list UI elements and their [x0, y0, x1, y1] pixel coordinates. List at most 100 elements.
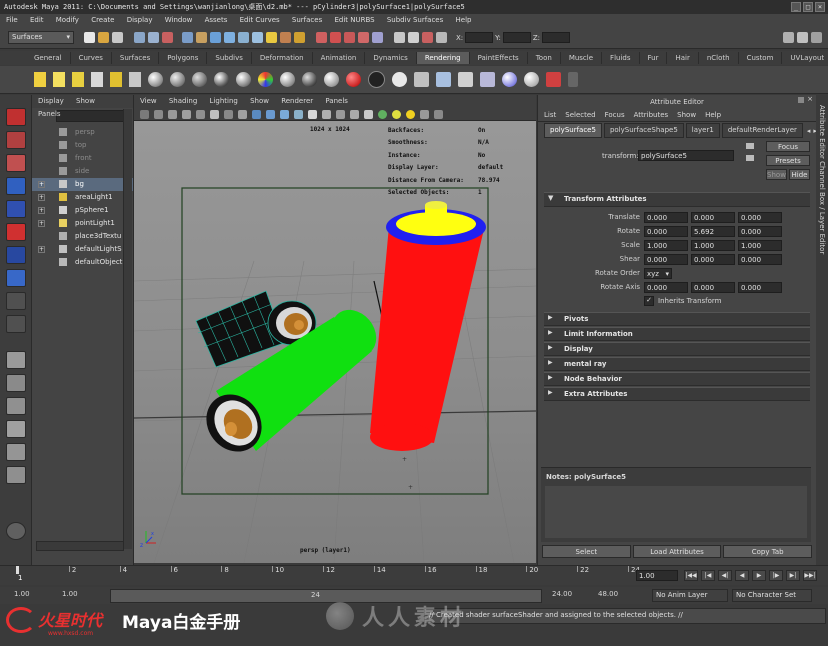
hide-button[interactable]: Hide — [789, 169, 810, 180]
step-back-key-button[interactable]: |◀ — [701, 570, 715, 581]
outliner-scrollbar[interactable] — [123, 109, 132, 549]
shader-ball-white-icon[interactable] — [148, 72, 163, 87]
rotate-axis-z[interactable]: 0.000 — [738, 281, 782, 293]
layout-four-pane-icon[interactable] — [6, 374, 26, 392]
select-object-icon[interactable] — [148, 32, 159, 43]
menu-window[interactable]: Window — [165, 16, 193, 24]
rotate-z-field[interactable]: 0.000 — [738, 225, 782, 237]
ae-menu-help[interactable]: Help — [705, 111, 721, 119]
viewport-menu-panels[interactable]: Panels — [325, 97, 348, 105]
shader-ball-lambert-icon[interactable] — [192, 72, 207, 87]
shelf-tab-curves[interactable]: Curves — [71, 52, 112, 64]
expand-icon[interactable]: + — [38, 219, 45, 227]
snap-point-icon[interactable] — [344, 32, 355, 43]
ae-tab-polysurface5[interactable]: polySurface5 — [544, 123, 602, 138]
section-node-behavior[interactable]: ▶ Node Behavior — [544, 372, 810, 386]
go-to-input-icon[interactable] — [746, 143, 754, 149]
bookmark-icon[interactable] — [434, 109, 443, 119]
menu-edit-curves[interactable]: Edit Curves — [240, 16, 280, 24]
snap-grid-icon[interactable] — [316, 32, 327, 43]
go-to-start-button[interactable]: |◀◀ — [684, 570, 698, 581]
notes-field[interactable] — [545, 486, 807, 538]
move-tool-icon[interactable] — [6, 177, 26, 195]
translate-z-field[interactable]: 0.000 — [738, 211, 782, 223]
high-quality-icon[interactable] — [364, 109, 373, 119]
expand-icon[interactable]: + — [38, 245, 45, 253]
save-scene-icon[interactable] — [112, 32, 123, 43]
section-display[interactable]: ▶ Display — [544, 342, 810, 356]
mental-ray-toolbox-icon[interactable] — [6, 522, 26, 540]
section-mental-ray[interactable]: ▶ mental ray — [544, 357, 810, 371]
copy-tab-button[interactable]: Copy Tab — [723, 545, 813, 558]
show-channel-box-icon[interactable] — [811, 32, 822, 43]
tab-scroll-left-icon[interactable]: ◂ — [807, 127, 811, 135]
viewport-menu-shading[interactable]: Shading — [169, 97, 197, 105]
ae-menu-list[interactable]: List — [544, 111, 556, 119]
outliner-item-defaultobject[interactable]: defaultObject — [32, 256, 133, 269]
mask-dynamic-icon[interactable] — [252, 32, 263, 43]
show-attribute-editor-icon[interactable] — [783, 32, 794, 43]
show-tool-settings-icon[interactable] — [797, 32, 808, 43]
safe-action-icon[interactable] — [238, 109, 247, 119]
rotate-axis-x[interactable]: 0.000 — [644, 281, 688, 293]
playback-end-field[interactable]: 24.00 — [552, 590, 572, 598]
shader-ball-dark-icon[interactable] — [368, 71, 385, 88]
paint-select-tool-icon[interactable] — [6, 154, 26, 172]
sun-icon[interactable] — [406, 109, 415, 119]
shelf-tab-toon[interactable]: Toon — [528, 52, 561, 64]
rotate-axis-y[interactable]: 0.000 — [691, 281, 735, 293]
menu-help[interactable]: Help — [456, 16, 472, 24]
menu-edit[interactable]: Edit — [30, 16, 44, 24]
layout-two-pane-icon[interactable] — [6, 397, 26, 415]
use-all-lights-icon[interactable] — [308, 109, 317, 119]
outliner-item-persp[interactable]: persp — [32, 126, 133, 139]
viewport-menu-show[interactable]: Show — [250, 97, 269, 105]
xray-icon[interactable] — [336, 109, 345, 119]
layout-single-pane-icon[interactable] — [6, 351, 26, 369]
ipr-icon[interactable] — [436, 72, 451, 87]
current-frame-field[interactable]: 1.00 — [636, 570, 678, 581]
wireframe-on-shaded-icon[interactable] — [280, 109, 289, 119]
select-button[interactable]: Select — [542, 545, 631, 558]
expand-icon[interactable]: + — [38, 180, 45, 188]
history-icon[interactable] — [394, 32, 405, 43]
transform-field-x[interactable] — [465, 32, 494, 43]
mask-curve-icon[interactable] — [210, 32, 221, 43]
shader-ball-anisotropic-icon[interactable] — [280, 72, 295, 87]
shelf-tab-custom[interactable]: Custom — [739, 52, 783, 64]
shelf-tab-hair[interactable]: Hair — [667, 52, 699, 64]
lasso-tool-icon[interactable] — [6, 131, 26, 149]
scale-y-field[interactable]: 1.000 — [691, 239, 735, 251]
ambient-light-icon[interactable] — [110, 72, 122, 87]
select-tool-icon[interactable] — [6, 108, 26, 126]
presets-button[interactable]: Presets — [766, 155, 810, 166]
camera-attributes-icon[interactable] — [140, 109, 149, 119]
ipr-render-icon[interactable] — [422, 32, 433, 43]
shadows-icon[interactable] — [322, 109, 331, 119]
show-button[interactable]: Show — [766, 169, 787, 180]
mask-misc-icon[interactable] — [280, 32, 291, 43]
xray-joints-icon[interactable] — [350, 109, 359, 119]
viewport-menu-view[interactable]: View — [140, 97, 157, 105]
shader-ball-color-icon[interactable] — [258, 72, 273, 87]
expand-icon[interactable]: + — [38, 206, 45, 214]
mental-ray-icon[interactable] — [524, 72, 539, 87]
transform-field-z[interactable] — [542, 32, 571, 43]
render-settings-shelf-icon[interactable] — [458, 72, 473, 87]
film-gate-icon[interactable] — [196, 109, 205, 119]
select-component-icon[interactable] — [162, 32, 173, 43]
section-transform-attributes[interactable]: ▼ Transform Attributes — [544, 192, 810, 207]
play-backwards-button[interactable]: ◀ — [735, 570, 749, 581]
shelf-tab-deformation[interactable]: Deformation — [252, 52, 313, 64]
soft-mod-tool-icon[interactable] — [6, 269, 26, 287]
shader-ball-grey-icon[interactable] — [170, 72, 185, 87]
resolution-gate-icon[interactable] — [210, 109, 219, 119]
shader-ball-light-icon[interactable] — [392, 72, 407, 87]
universal-manipulator-icon[interactable] — [6, 246, 26, 264]
translate-y-field[interactable]: 0.000 — [691, 211, 735, 223]
open-scene-icon[interactable] — [98, 32, 109, 43]
rotate-x-field[interactable]: 0.000 — [644, 225, 688, 237]
step-forward-key-button[interactable]: ▶| — [786, 570, 800, 581]
render-settings-icon[interactable] — [436, 32, 447, 43]
shear-z-field[interactable]: 0.000 — [738, 253, 782, 265]
